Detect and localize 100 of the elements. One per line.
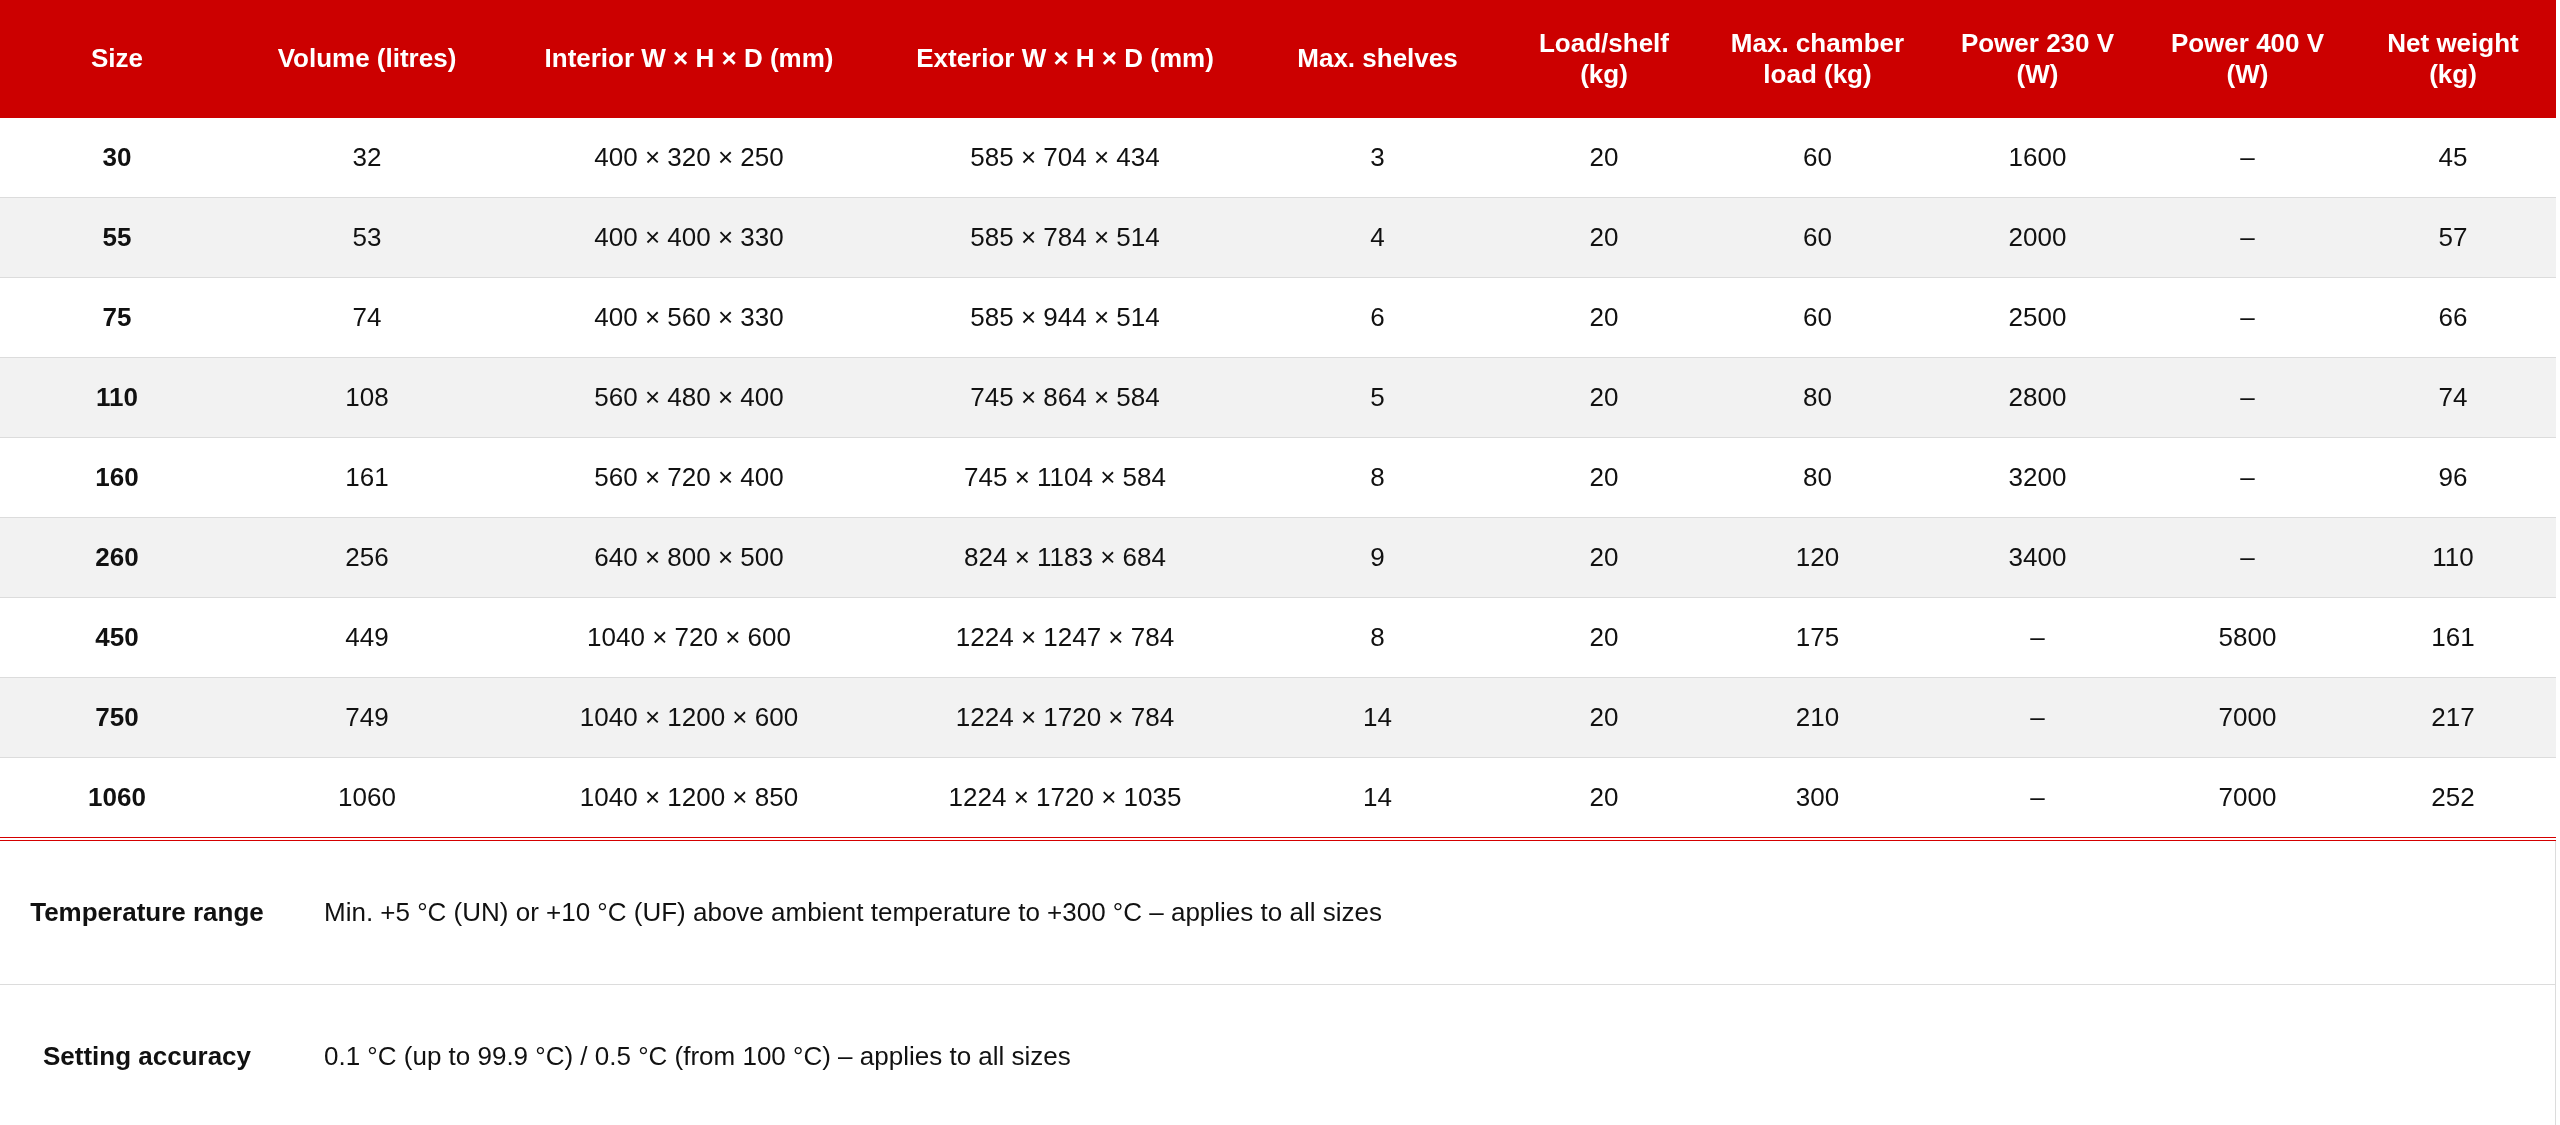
table-cell: 6 [1252, 277, 1503, 358]
table-cell: 20 [1503, 677, 1705, 758]
table-cell: 824 × 1183 × 684 [878, 517, 1252, 598]
table-cell: – [2145, 357, 2350, 438]
table-cell: 450 [0, 597, 234, 678]
table-cell: 160 [0, 437, 234, 518]
table-cell: 175 [1705, 597, 1930, 678]
table-cell: – [2145, 197, 2350, 278]
table-cell: 14 [1252, 757, 1503, 839]
table-cell: 53 [234, 197, 500, 278]
table-cell: 3 [1252, 118, 1503, 198]
table-cell: 32 [234, 118, 500, 198]
table-cell: 7000 [2145, 677, 2350, 758]
table-cell: 30 [0, 118, 234, 198]
table-cell: 252 [2350, 757, 2556, 839]
table-cell: – [1930, 597, 2145, 678]
table-cell: 400 × 400 × 330 [500, 197, 878, 278]
spec-label: Temperature range [0, 841, 294, 985]
table-cell: 4 [1252, 197, 1503, 278]
table-cell: 20 [1503, 277, 1705, 358]
table-cell: 120 [1705, 517, 1930, 598]
table-cell: 5 [1252, 357, 1503, 438]
column-header: Size [0, 0, 234, 118]
table-cell: 96 [2350, 437, 2556, 518]
table-cell: – [1930, 677, 2145, 758]
table-cell: 7000 [2145, 757, 2350, 839]
table-cell: – [1930, 757, 2145, 839]
table-cell: – [2145, 277, 2350, 358]
column-header: Power 400 V (W) [2145, 0, 2350, 118]
table-cell: 585 × 784 × 514 [878, 197, 1252, 278]
table-cell: – [2145, 118, 2350, 198]
table-cell: 108 [234, 357, 500, 438]
table-cell: 8 [1252, 597, 1503, 678]
table-cell: 2500 [1930, 277, 2145, 358]
table-cell: 1060 [234, 757, 500, 839]
table-cell: 585 × 704 × 434 [878, 118, 1252, 198]
table-cell: 217 [2350, 677, 2556, 758]
table-cell: – [2145, 517, 2350, 598]
spec-value: Min. +5 °C (UN) or +10 °C (UF) above ambient temperature to +300 °C – applies to all sizes [294, 841, 2556, 985]
table-cell: 9 [1252, 517, 1503, 598]
table-cell: 400 × 560 × 330 [500, 277, 878, 358]
table-cell: 66 [2350, 277, 2556, 358]
column-header: Max. shelves [1252, 0, 1503, 118]
table-cell: 585 × 944 × 514 [878, 277, 1252, 358]
table-cell: 640 × 800 × 500 [500, 517, 878, 598]
table-cell: 1224 × 1720 × 784 [878, 677, 1252, 758]
table-cell: 749 [234, 677, 500, 758]
table-cell: 1224 × 1247 × 784 [878, 597, 1252, 678]
table-cell: 161 [234, 437, 500, 518]
spec-value: 0.1 °C (up to 99.9 °C) / 0.5 °C (from 100 °C) – applies to all sizes [294, 984, 2556, 1125]
table-cell: 560 × 480 × 400 [500, 357, 878, 438]
table-cell: 55 [0, 197, 234, 278]
column-header: Net weight (kg) [2350, 0, 2556, 118]
table-cell: 1224 × 1720 × 1035 [878, 757, 1252, 839]
table-cell: 74 [234, 277, 500, 358]
table-cell: 60 [1705, 197, 1930, 278]
table-cell: 1600 [1930, 118, 2145, 198]
column-header: Power 230 V (W) [1930, 0, 2145, 118]
spec-label: Setting accuracy [0, 984, 294, 1125]
table-cell: 560 × 720 × 400 [500, 437, 878, 518]
table-cell: 260 [0, 517, 234, 598]
table-cell: 1040 × 1200 × 600 [500, 677, 878, 758]
table-cell: 80 [1705, 357, 1930, 438]
table-cell: 20 [1503, 357, 1705, 438]
table-cell: 300 [1705, 757, 1930, 839]
column-header: Volume (litres) [234, 0, 500, 118]
table-cell: 60 [1705, 277, 1930, 358]
table-cell: 20 [1503, 118, 1705, 198]
table-cell: 20 [1503, 597, 1705, 678]
table-cell: 110 [0, 357, 234, 438]
table-cell: 60 [1705, 118, 1930, 198]
table-cell: 14 [1252, 677, 1503, 758]
table-cell: 45 [2350, 118, 2556, 198]
table-cell: 20 [1503, 437, 1705, 518]
column-header: Load/shelf (kg) [1503, 0, 1705, 118]
table-cell: 8 [1252, 437, 1503, 518]
table-cell: 1060 [0, 757, 234, 839]
table-cell: 74 [2350, 357, 2556, 438]
table-cell: 745 × 1104 × 584 [878, 437, 1252, 518]
table-cell: 20 [1503, 197, 1705, 278]
table-cell: 75 [0, 277, 234, 358]
table-cell: 2800 [1930, 357, 2145, 438]
column-header: Max. chamber load (kg) [1705, 0, 1930, 118]
table-cell: 2000 [1930, 197, 2145, 278]
table-cell: 20 [1503, 757, 1705, 839]
table-cell: 20 [1503, 517, 1705, 598]
table-cell: 449 [234, 597, 500, 678]
table-cell: 110 [2350, 517, 2556, 598]
table-cell: 1040 × 720 × 600 [500, 597, 878, 678]
table-cell: 400 × 320 × 250 [500, 118, 878, 198]
table-cell: – [2145, 437, 2350, 518]
table-cell: 5800 [2145, 597, 2350, 678]
table-cell: 1040 × 1200 × 850 [500, 757, 878, 839]
table-cell: 57 [2350, 197, 2556, 278]
table-cell: 210 [1705, 677, 1930, 758]
table-cell: 3200 [1930, 437, 2145, 518]
table-cell: 256 [234, 517, 500, 598]
table-cell: 750 [0, 677, 234, 758]
table-cell: 745 × 864 × 584 [878, 357, 1252, 438]
table-cell: 3400 [1930, 517, 2145, 598]
